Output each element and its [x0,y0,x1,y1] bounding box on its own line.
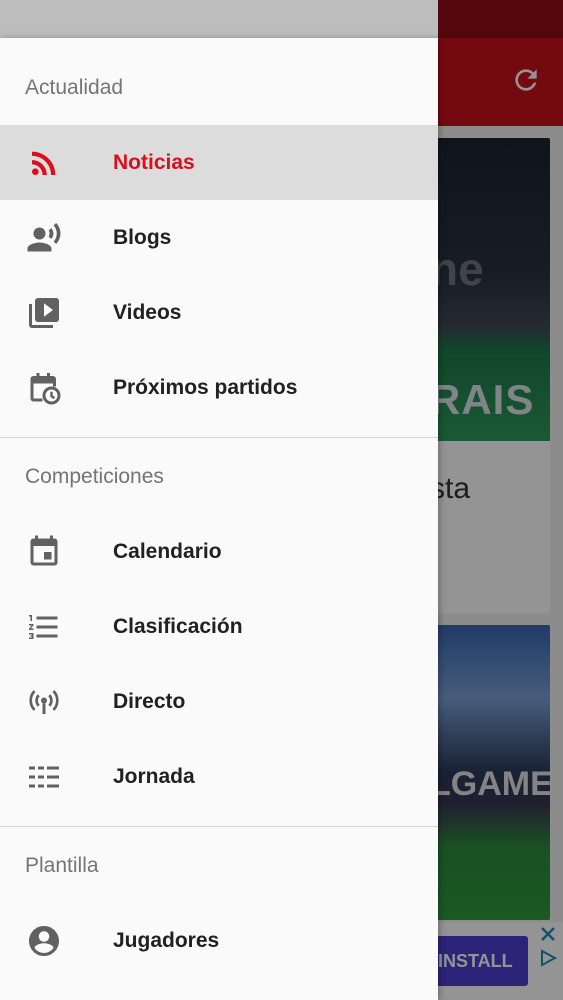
nav-item-directo[interactable]: Directo [0,664,438,739]
nav-item-videos[interactable]: Videos [0,275,438,350]
schedule-list-icon [26,759,62,795]
calendar-clock-icon [26,370,62,406]
account-circle-icon [26,923,62,959]
section-title-plantilla: Plantilla [25,854,99,877]
nav-item-label: Directo [113,689,186,713]
nav-item-label: Noticias [113,150,195,174]
nav-item-label: Videos [113,300,182,324]
section-divider [0,437,438,438]
nav-item-clasificacion[interactable]: Clasificación [0,589,438,664]
record-voice-icon [26,220,62,256]
nav-item-label: Blogs [113,225,172,249]
nav-item-label: Clasificación [113,614,243,638]
nav-item-label: Próximos partidos [113,375,298,399]
rss-feed-icon [26,145,62,181]
section-title-competiciones: Competiciones [25,465,164,488]
section-divider [0,826,438,827]
navigation-drawer: Actualidad Noticias Blogs Videos Próximo… [0,38,438,1000]
nav-item-label: Jugadores [113,928,220,952]
video-library-icon [26,295,62,331]
drawer-status-bar [0,0,438,38]
section-title-actualidad: Actualidad [25,76,124,99]
nav-item-calendario[interactable]: Calendario [0,514,438,589]
nav-item-jornada[interactable]: Jornada [0,739,438,814]
nav-item-noticias[interactable]: Noticias [0,125,438,200]
nav-item-jugadores[interactable]: Jugadores [0,903,438,978]
nav-item-label: Jornada [113,764,195,788]
live-broadcast-icon [26,684,62,720]
nav-item-blogs[interactable]: Blogs [0,200,438,275]
calendar-icon [26,534,62,570]
numbered-list-icon [26,609,62,645]
nav-item-label: Calendario [113,539,222,563]
nav-item-proximos-partidos[interactable]: Próximos partidos [0,350,438,425]
